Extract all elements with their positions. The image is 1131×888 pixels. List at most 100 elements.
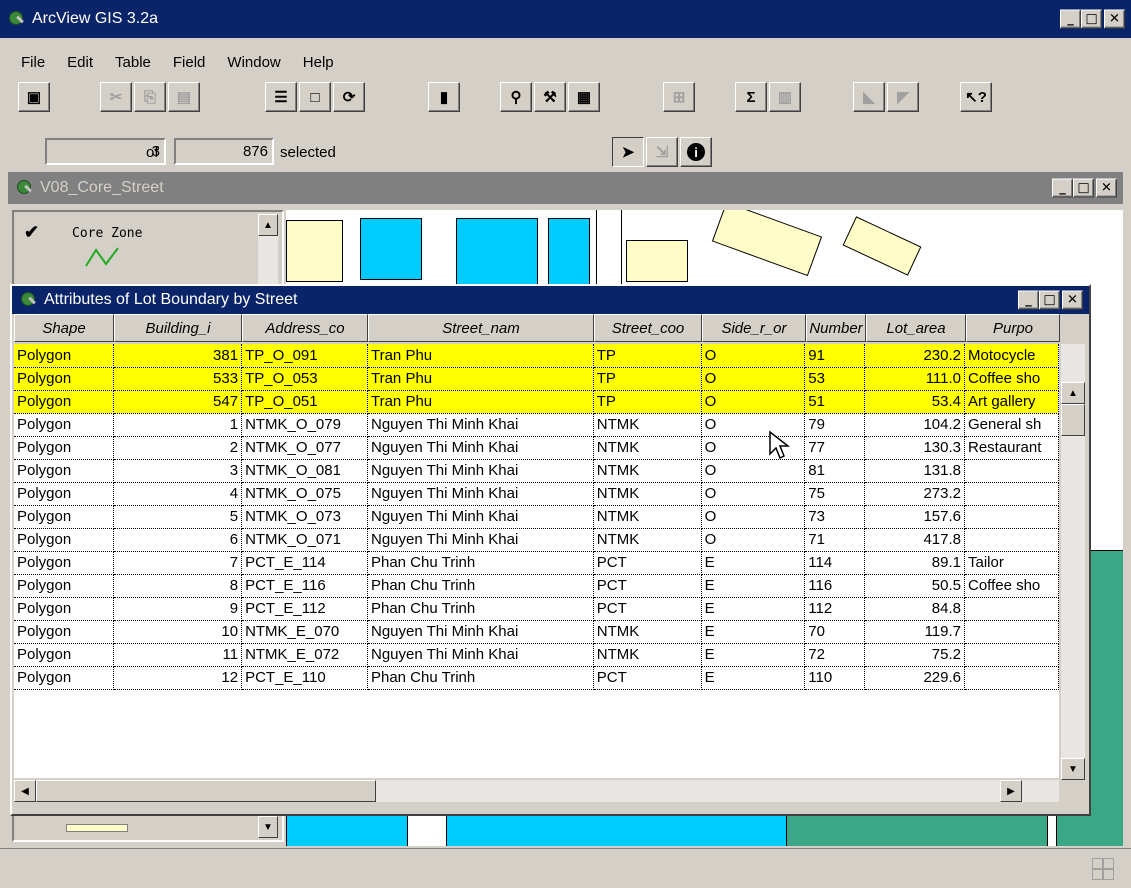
column-header[interactable]: Address_co [242, 314, 368, 342]
cell-side[interactable]: O [701, 344, 806, 368]
cell-street-name[interactable]: Tran Phu [367, 367, 594, 391]
cell-building-id[interactable]: 6 [113, 528, 243, 552]
cell-side[interactable]: O [701, 459, 806, 483]
cell-address-code[interactable]: NTMK_O_081 [241, 459, 368, 483]
cell-number[interactable]: 75 [804, 482, 866, 506]
minimize-button[interactable]: _ [1060, 9, 1081, 29]
cell-side[interactable]: E [701, 620, 806, 644]
cell-building-id[interactable]: 5 [113, 505, 243, 529]
cell-purpose[interactable] [964, 482, 1059, 506]
cell-shape[interactable]: Polygon [14, 413, 115, 437]
cell-shape[interactable]: Polygon [14, 551, 115, 575]
cell-building-id[interactable]: 3 [113, 459, 243, 483]
cell-building-id[interactable]: 547 [113, 390, 243, 414]
column-header[interactable]: Street_nam [368, 314, 594, 342]
cell-street-name[interactable]: Nguyen Thi Minh Khai [367, 620, 594, 644]
app-title-bar[interactable]: ArcView GIS 3.2a _ □ ✕ [0, 0, 1131, 38]
cell-street-code[interactable]: PCT [593, 597, 702, 621]
cell-shape[interactable]: Polygon [14, 459, 115, 483]
table-row-selected[interactable]: Polygon 547 TP_O_051 Tran Phu TP O 51 53.4 Art g… [14, 390, 1059, 414]
cell-street-name[interactable]: Nguyen Thi Minh Khai [367, 643, 594, 667]
scroll-h-thumb[interactable] [36, 780, 376, 802]
cell-address-code[interactable]: TP_O_051 [241, 390, 368, 414]
table-row[interactable]: Polygon 5 NTMK_O_073 Nguyen Thi Minh Khai NT… [14, 505, 1059, 529]
cell-street-code[interactable]: PCT [593, 666, 702, 690]
cell-address-code[interactable]: PCT_E_110 [241, 666, 368, 690]
cell-street-name[interactable]: Nguyen Thi Minh Khai [367, 413, 594, 437]
menu-table[interactable]: Table [104, 52, 162, 73]
cell-shape[interactable]: Polygon [14, 482, 115, 506]
layer-visibility-checkbox[interactable]: ✔ [24, 222, 39, 243]
chart-button[interactable]: ▮ [428, 82, 460, 112]
paste-button[interactable]: ▤ [168, 82, 200, 112]
column-header[interactable]: Building_i [114, 314, 242, 342]
cell-lot-area[interactable]: 273.2 [864, 482, 965, 506]
cell-number[interactable]: 91 [804, 344, 866, 368]
cell-number[interactable]: 53 [804, 367, 866, 391]
cell-purpose[interactable] [964, 666, 1059, 690]
cell-street-code[interactable]: PCT [593, 551, 702, 575]
table-row[interactable]: Polygon 4 NTMK_O_075 Nguyen Thi Minh Khai NT… [14, 482, 1059, 506]
maximize-button[interactable]: □ [1081, 9, 1102, 29]
cell-lot-area[interactable]: 104.2 [864, 413, 965, 437]
cell-street-name[interactable]: Phan Chu Trinh [367, 597, 594, 621]
cell-street-code[interactable]: NTMK [593, 620, 702, 644]
cell-shape[interactable]: Polygon [14, 620, 115, 644]
view-title-bar[interactable]: V08_Core_Street _ □ ✕ [8, 172, 1123, 204]
menu-file[interactable]: File [10, 52, 56, 73]
cell-number[interactable]: 81 [804, 459, 866, 483]
cell-lot-area[interactable]: 157.6 [864, 505, 965, 529]
table-row-selected[interactable]: Polygon 533 TP_O_053 Tran Phu TP O 53 111.0 Coff… [14, 367, 1059, 391]
cell-shape[interactable]: Polygon [14, 574, 115, 598]
toc-scroll-down[interactable]: ▼ [258, 816, 278, 838]
cell-number[interactable]: 110 [804, 666, 866, 690]
cell-street-code[interactable]: TP [593, 344, 702, 368]
cell-building-id[interactable]: 8 [113, 574, 243, 598]
cell-building-id[interactable]: 533 [113, 367, 243, 391]
cell-number[interactable]: 72 [804, 643, 866, 667]
sort-ascending-button[interactable]: ◣ [853, 82, 885, 112]
scroll-up-button[interactable]: ▲ [1061, 382, 1085, 404]
cell-number[interactable]: 114 [804, 551, 866, 575]
cell-address-code[interactable]: NTMK_O_073 [241, 505, 368, 529]
select-records-tool[interactable]: ⇲ [646, 137, 678, 167]
cell-number[interactable]: 51 [804, 390, 866, 414]
cell-purpose[interactable] [964, 528, 1059, 552]
cell-address-code[interactable]: NTMK_O_075 [241, 482, 368, 506]
cell-address-code[interactable]: PCT_E_114 [241, 551, 368, 575]
cell-purpose[interactable]: Motocycle [964, 344, 1059, 368]
column-header[interactable]: Shape [14, 314, 114, 342]
resize-grip-icon[interactable] [1092, 858, 1114, 880]
column-header[interactable]: Lot_area [866, 314, 966, 342]
table-row[interactable]: Polygon 12 PCT_E_110 Phan Chu Trinh PCT E 110 2… [14, 666, 1059, 690]
table-row[interactable]: Polygon 7 PCT_E_114 Phan Chu Trinh PCT E 114 89… [14, 551, 1059, 575]
cell-side[interactable]: O [701, 528, 806, 552]
sort-descending-button[interactable]: ◤ [887, 82, 919, 112]
cell-address-code[interactable]: TP_O_053 [241, 367, 368, 391]
cell-lot-area[interactable]: 119.7 [864, 620, 965, 644]
cell-purpose[interactable]: Art gallery [964, 390, 1059, 414]
close-button[interactable]: ✕ [1104, 9, 1125, 29]
cell-lot-area[interactable]: 84.8 [864, 597, 965, 621]
cell-building-id[interactable]: 2 [113, 436, 243, 460]
table-row[interactable]: Polygon 3 NTMK_O_081 Nguyen Thi Minh Khai NT… [14, 459, 1059, 483]
cell-side[interactable]: O [701, 482, 806, 506]
cell-number[interactable]: 79 [804, 413, 866, 437]
scroll-right-button[interactable]: ▶ [1000, 780, 1022, 802]
cell-lot-area[interactable]: 50.5 [864, 574, 965, 598]
calculate-button[interactable]: ▥ [769, 82, 801, 112]
table-row[interactable]: Polygon 11 NTMK_E_072 Nguyen Thi Minh Khai N… [14, 643, 1059, 667]
query-button[interactable]: ⚒ [534, 82, 566, 112]
cell-shape[interactable]: Polygon [14, 597, 115, 621]
cell-side[interactable]: E [701, 666, 806, 690]
cell-street-code[interactable]: NTMK [593, 528, 702, 552]
cell-address-code[interactable]: NTMK_O_077 [241, 436, 368, 460]
cell-side[interactable]: E [701, 643, 806, 667]
cell-number[interactable]: 116 [804, 574, 866, 598]
table-properties-button[interactable]: ☰ [265, 82, 297, 112]
table-maximize-button[interactable]: □ [1039, 290, 1060, 310]
cell-number[interactable]: 71 [804, 528, 866, 552]
table-minimize-button[interactable]: _ [1018, 290, 1039, 310]
cell-street-code[interactable]: NTMK [593, 436, 702, 460]
cell-number[interactable]: 77 [804, 436, 866, 460]
